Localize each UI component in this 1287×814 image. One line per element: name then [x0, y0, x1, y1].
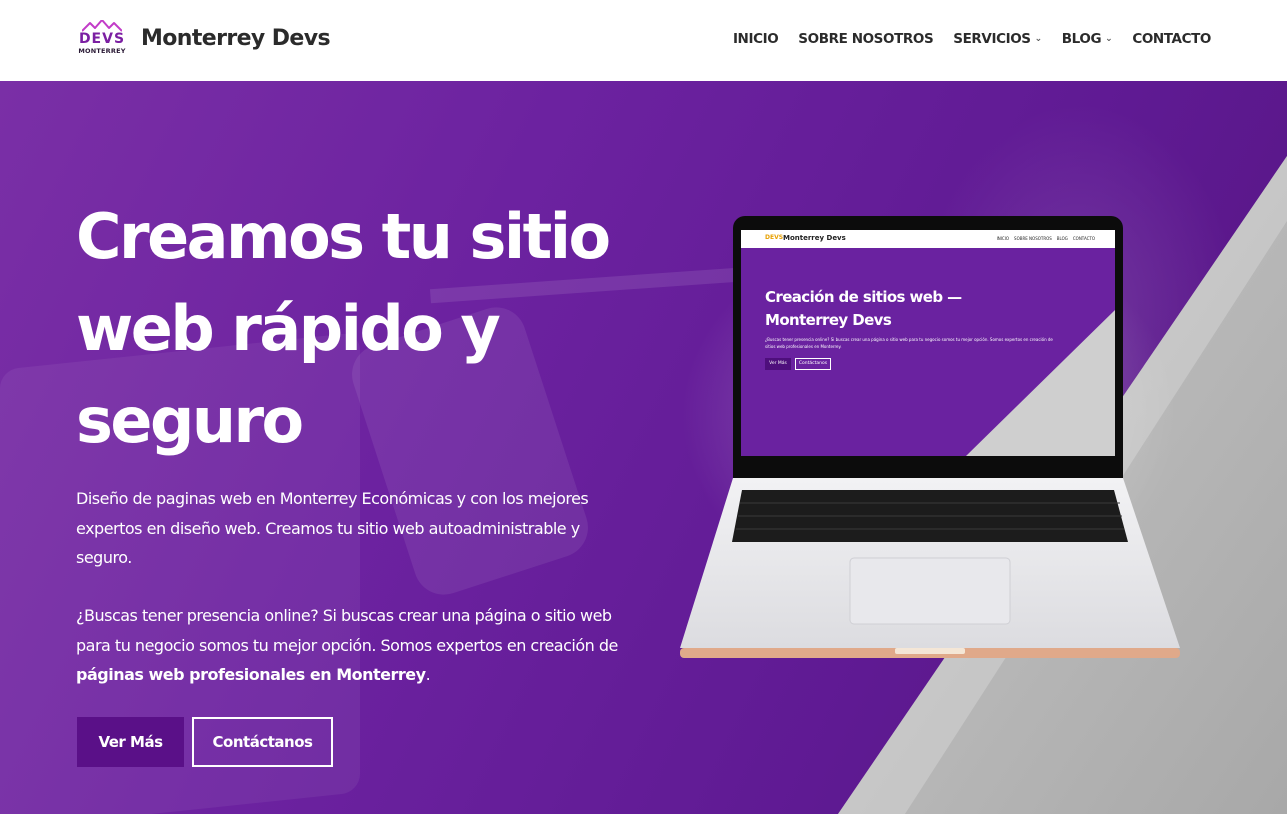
chevron-down-icon: ⌄ [1034, 34, 1043, 44]
hero-paragraph-2-bold-link: páginas web profesionales en Monterrey [76, 665, 426, 684]
screen-nav-item: CONTACTO [1072, 236, 1095, 241]
nav-item-blog[interactable]: BLOG ⌄ [1062, 31, 1113, 47]
nav-item-label: SERVICIOS [953, 31, 1031, 47]
laptop-mockup: DEVS Monterrey Devs INICIO SOBRE NOSOTRO… [660, 206, 1200, 658]
logo-mark: DEVS MONTERREY [78, 18, 126, 58]
hero-paragraph-2-end: . [425, 665, 431, 684]
nav-item-inicio[interactable]: INICIO [732, 31, 779, 47]
main-nav: INICIO SOBRE NOSOTROS SERVICIOS ⌄ BLOG ⌄… [713, 31, 1211, 47]
nav-item-servicios[interactable]: SERVICIOS ⌄ [953, 31, 1042, 47]
screen-logo: DEVS [765, 234, 784, 241]
screen-contactanos-button: Contáctanos [795, 358, 831, 370]
logo-devs-text: DEVS [78, 31, 126, 47]
screen-ver-mas-button: Ver Más [765, 358, 791, 370]
screen-nav-item: BLOG [1056, 236, 1068, 241]
screen-nav-item: INICIO [996, 236, 1010, 241]
chevron-down-icon: ⌄ [1105, 34, 1113, 44]
nav-item-label: CONTACTO [1132, 31, 1211, 47]
hero-section: Creamos tu sitio web rápido y seguro Dis… [0, 81, 1287, 814]
logo-monterrey-text: MONTERREY [78, 47, 126, 55]
nav-item-label: INICIO [732, 31, 779, 47]
contactanos-button[interactable]: Contáctanos [192, 717, 333, 767]
nav-item-label: BLOG [1061, 31, 1102, 47]
hero-paragraph-2: ¿Buscas tener presencia online? Si busca… [76, 601, 636, 690]
hero-title: Creamos tu sitio web rápido y seguro [76, 200, 611, 457]
laptop-screen: DEVS Monterrey Devs INICIO SOBRE NOSOTRO… [741, 230, 1115, 456]
site-name: Monterrey Devs [141, 25, 331, 51]
screen-nav-item: SOBRE NOSOTROS [1014, 236, 1052, 241]
nav-item-label: SOBRE NOSOTROS [798, 31, 934, 47]
ver-mas-button[interactable]: Ver Más [77, 717, 184, 767]
screen-title: Creación de sitios web — Monterrey Devs [765, 288, 962, 329]
logo-link[interactable]: DEVS MONTERREY Monterrey Devs [78, 18, 331, 58]
screen-description: ¿Buscas tener presencia online? Si busca… [765, 337, 1053, 349]
hero-paragraph-1: Diseño de paginas web en Monterrey Econó… [76, 489, 589, 567]
screen-nav: INICIO SOBRE NOSOTROS BLOG CONTACTO [997, 236, 1095, 241]
laptop-base [680, 478, 1180, 658]
site-header: DEVS MONTERREY Monterrey Devs INICIO SOB… [0, 0, 1287, 81]
nav-item-sobre-nosotros[interactable]: SOBRE NOSOTROS [798, 31, 933, 47]
nav-item-contacto[interactable]: CONTACTO [1132, 31, 1211, 47]
hero-paragraph-2-start: ¿Buscas tener presencia online? Si busca… [76, 606, 618, 655]
screen-site-name: Monterrey Devs [783, 234, 846, 242]
